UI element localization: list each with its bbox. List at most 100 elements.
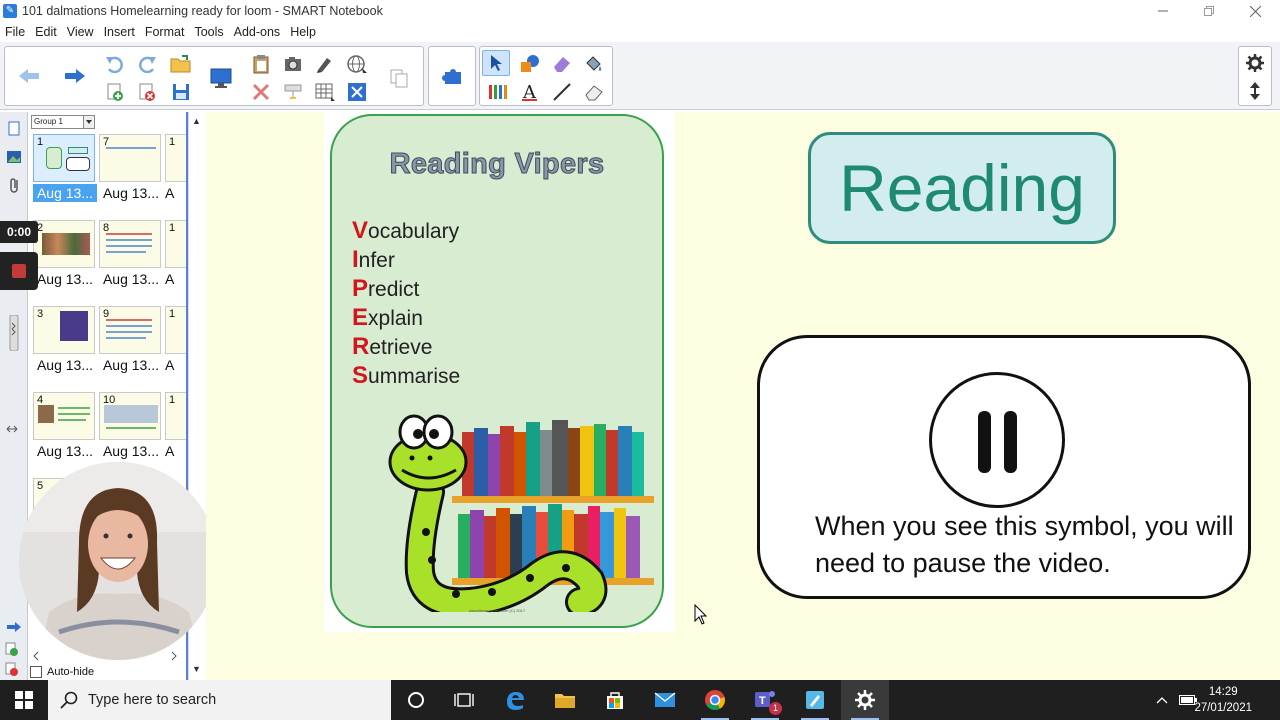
chrome-button[interactable] [691,680,739,720]
reading-vipers-poster[interactable]: Reading Vipers Vocabulary Infer Predict … [324,112,674,632]
viper-item-vocabulary: Vocabulary [352,216,460,245]
mail-button[interactable] [641,680,689,720]
paste-button[interactable] [247,51,275,77]
chevron-down-icon[interactable]: ▼ [192,664,201,674]
redo-button[interactable] [133,51,161,77]
stop-recording-button[interactable] [0,252,38,290]
smart-notebook-taskbar-button[interactable] [791,680,839,720]
show-hide-screen-button[interactable] [279,79,307,105]
teams-button[interactable]: T 1 [741,680,789,720]
menu-help[interactable]: Help [285,25,321,39]
line-tool-button[interactable] [548,79,576,105]
screen-shade-icon [284,84,302,99]
insert-table-button[interactable] [311,79,339,105]
edge-browser-button[interactable] [491,680,539,720]
save-button[interactable] [167,79,195,105]
checkbox-box[interactable] [30,666,42,678]
page-thumbnail-partial[interactable]: 1 A [165,220,186,300]
fill-tool-button[interactable] [580,51,608,77]
attachments-tab[interactable] [4,174,24,196]
page-thumbnail-8[interactable]: 8 Aug 13... [99,220,163,300]
settings-taskbar-button[interactable] [841,680,889,720]
page-thumbnail-partial[interactable]: 1 A [165,134,186,214]
page-thumbnail-3[interactable]: 3 Aug 13... [33,306,97,386]
shapes-tool-button[interactable] [516,51,544,77]
pause-icon [1004,411,1017,473]
delete-button[interactable] [247,79,275,105]
toolbar-move-button[interactable] [1241,78,1269,104]
cortana-button[interactable] [392,680,440,720]
page-thumbnail-2[interactable]: 2 Aug 13... [33,220,97,300]
add-ons-button[interactable] [439,63,467,89]
side-add-page-button[interactable] [2,638,22,660]
open-file-button[interactable] [167,51,195,77]
page-thumbnail-7[interactable]: 7 Aug 13... [99,134,163,214]
gear-icon [1246,54,1264,72]
menu-view[interactable]: View [62,25,99,39]
text-tool-button[interactable]: A [516,79,544,105]
page-thumbnail-4[interactable]: 4 Aug 13... [33,392,97,472]
pens-tool-button[interactable] [484,79,512,105]
page-thumbnail-10[interactable]: 10 Aug 13... [99,392,163,472]
start-button[interactable] [0,680,48,720]
internet-browser-button[interactable] [343,51,371,77]
pause-instruction-box[interactable]: When you see this symbol, you will need … [757,335,1251,599]
page-thumbnail-image: 8 [99,220,161,268]
line-icon [553,83,571,101]
menu-tools[interactable]: Tools [189,25,228,39]
show-hidden-icons-button[interactable] [1150,680,1174,720]
clone-page-button[interactable] [385,65,413,91]
auto-hide-checkbox[interactable]: Auto-hide [30,664,94,680]
page-thumbnail-image: 7 [99,134,161,182]
screen-capture-button[interactable] [279,51,307,77]
menu-format[interactable]: Format [140,25,190,39]
page-thumbnail-partial[interactable]: 1 A [165,306,186,386]
pause-symbol [929,372,1065,508]
paperclip-icon [10,178,18,193]
paint-bucket-icon [586,56,601,71]
gallery-tab[interactable] [4,146,24,168]
menu-insert[interactable]: Insert [99,25,140,39]
task-view-button[interactable] [440,680,488,720]
close-button[interactable] [1232,0,1278,22]
minimize-button[interactable] [1140,0,1186,22]
close-window-button[interactable] [343,79,371,105]
side-bar-collapse-handle[interactable] [4,315,24,351]
whiteboard-canvas[interactable]: Reading Vipers Vocabulary Infer Predict … [206,112,1280,680]
select-tool-button[interactable] [482,50,510,76]
file-explorer-button[interactable] [541,680,589,720]
viper-item-predict: Predict [352,274,460,303]
undo-button[interactable] [101,51,129,77]
group-dropdown[interactable]: Group 1 [31,115,95,129]
previous-page-button[interactable] [15,63,43,89]
webcam-bubble[interactable] [19,462,217,660]
page-sorter-tab[interactable] [4,118,24,140]
side-next-page-button[interactable] [4,616,24,638]
delete-page-button[interactable] [133,79,161,105]
eraser-tool-button[interactable] [548,51,576,77]
menu-add-ons[interactable]: Add-ons [229,25,286,39]
menu-file[interactable]: File [0,25,30,39]
microsoft-store-button[interactable] [591,680,639,720]
resize-handle[interactable] [2,418,22,440]
taskbar-search-box[interactable]: Type here to search [48,680,391,720]
page-thumbnail-1[interactable]: 1 Aug 13... [33,134,97,214]
chevron-down-icon[interactable] [83,116,94,128]
auto-hide-label: Auto-hide [47,666,95,678]
restore-button[interactable] [1186,0,1232,22]
screen-shade-button[interactable] [207,65,235,91]
toolbar-settings-button[interactable] [1241,50,1269,76]
reading-label-box[interactable]: Reading [808,132,1116,244]
magic-pen-button[interactable] [580,79,608,105]
pen-tool-button[interactable] [311,51,339,77]
side-delete-page-button[interactable] [2,658,22,680]
minimize-icon [1158,10,1168,12]
chevron-up-icon[interactable]: ▲ [192,116,201,126]
add-page-button[interactable] [101,79,129,105]
next-page-button[interactable] [61,63,89,89]
menu-edit[interactable]: Edit [30,25,62,39]
redo-icon [139,56,156,73]
page-thumbnail-9[interactable]: 9 Aug 13... [99,306,163,386]
taskbar-clock[interactable]: 14:29 27/01/2021 [1194,684,1252,716]
page-thumbnail-partial[interactable]: 1 A [165,392,186,472]
